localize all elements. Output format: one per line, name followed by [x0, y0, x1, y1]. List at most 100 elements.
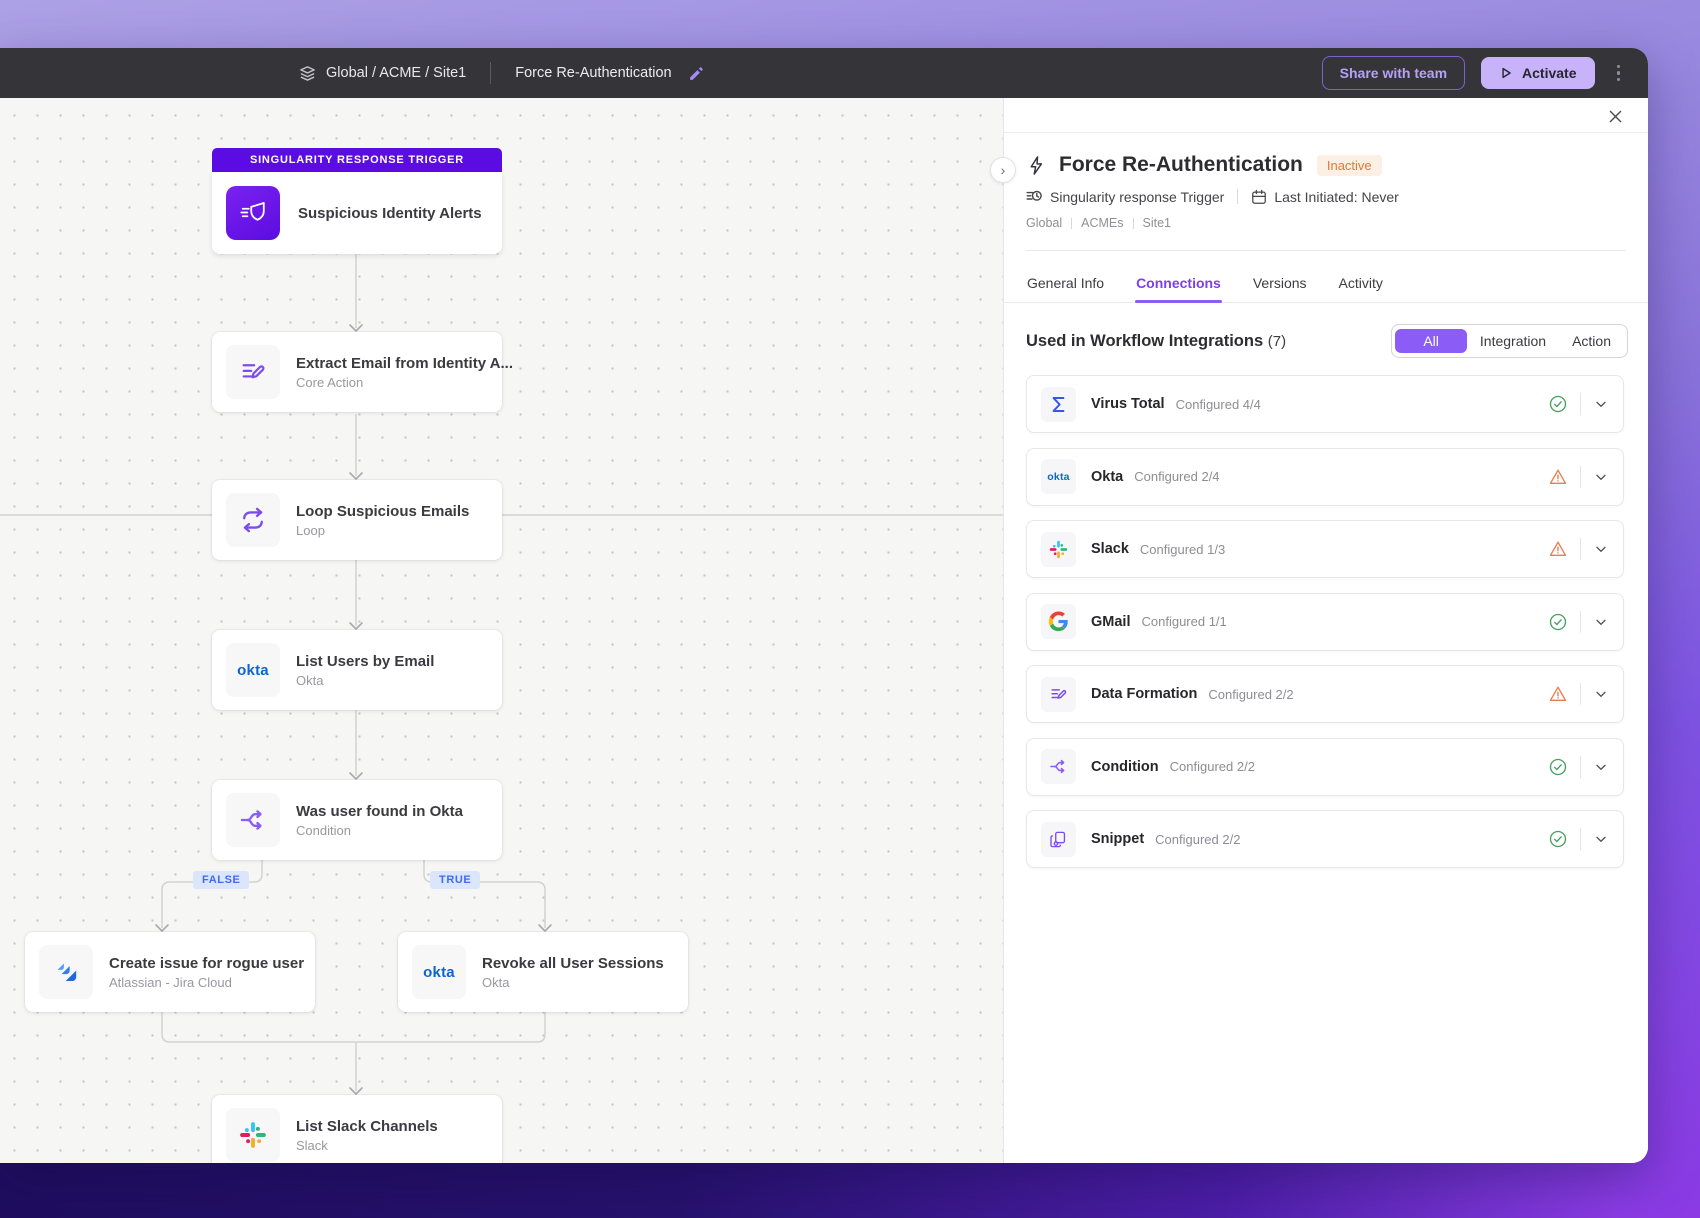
trigger-node[interactable]: SINGULARITY RESPONSE TRIGGER Suspicious …: [212, 148, 502, 254]
okta-icon: okta: [412, 945, 466, 999]
node-subtitle: Atlassian - Jira Cloud: [109, 975, 304, 990]
integration-row-slack[interactable]: Slack Configured 1/3: [1026, 520, 1624, 578]
status-ok-icon: [1548, 612, 1568, 632]
integration-row-okta[interactable]: okta Okta Configured 2/4: [1026, 448, 1624, 506]
workflow-bolt-icon: [1026, 155, 1047, 176]
snippet-icon: [1041, 822, 1076, 857]
integrations-section-title: Used in Workflow Integrations (7): [1026, 332, 1286, 351]
node-condition[interactable]: Was user found in Okta Condition: [212, 780, 502, 860]
jira-icon: [39, 945, 93, 999]
panel-tabs: General Info Connections Versions Activi…: [1004, 267, 1648, 303]
trigger-title: Suspicious Identity Alerts: [298, 205, 482, 222]
tab-activity[interactable]: Activity: [1338, 267, 1384, 302]
virustotal-icon: [1041, 387, 1076, 422]
integration-row-data-formation[interactable]: Data Formation Configured 2/2: [1026, 665, 1624, 723]
integration-row-snippet[interactable]: Snippet Configured 2/2: [1026, 810, 1624, 868]
share-with-team-button[interactable]: Share with team: [1322, 56, 1465, 90]
status-ok-icon: [1548, 394, 1568, 414]
node-title: Extract Email from Identity A...: [296, 355, 513, 372]
core-action-doc-pencil-icon: [226, 345, 280, 399]
node-create-issue[interactable]: Create issue for rogue user Atlassian - …: [25, 932, 315, 1012]
edit-pencil-icon[interactable]: [688, 65, 705, 82]
scope-selector[interactable]: Global / ACME / Site1: [298, 64, 466, 83]
activate-button[interactable]: Activate: [1481, 57, 1594, 89]
node-extract-email[interactable]: Extract Email from Identity A... Core Ac…: [212, 332, 502, 412]
close-icon[interactable]: [1604, 105, 1626, 127]
more-options-kebab-icon[interactable]: [1611, 61, 1627, 86]
integration-list: Virus Total Configured 4/4: [1026, 375, 1626, 868]
panel-title: Force Re-Authentication: [1059, 153, 1303, 177]
node-revoke-sessions[interactable]: okta Revoke all User Sessions Okta: [398, 932, 688, 1012]
integration-row-virus-total[interactable]: Virus Total Configured 4/4: [1026, 375, 1624, 433]
chevron-down-icon[interactable]: [1593, 614, 1609, 630]
panel-header-bar: [1004, 98, 1648, 133]
condition-branch-icon: [1041, 749, 1076, 784]
trigger-type-icon: [1026, 188, 1043, 205]
status-warning-icon: [1548, 539, 1568, 559]
tab-versions[interactable]: Versions: [1252, 267, 1308, 302]
filter-all[interactable]: All: [1395, 329, 1467, 353]
last-initiated: Last Initiated: Never: [1251, 189, 1399, 205]
okta-icon: okta: [226, 643, 280, 697]
layers-icon: [298, 64, 317, 83]
topbar: Global / ACME / Site1 Force Re-Authentic…: [0, 48, 1648, 98]
node-title: Revoke all User Sessions: [482, 955, 664, 972]
identity-alert-shield-icon: [226, 186, 280, 240]
node-title: Create issue for rogue user: [109, 955, 304, 972]
status-ok-icon: [1548, 829, 1568, 849]
chevron-down-icon[interactable]: [1593, 686, 1609, 702]
status-ok-icon: [1548, 757, 1568, 777]
filter-action[interactable]: Action: [1559, 329, 1624, 353]
branch-true-label: TRUE: [430, 871, 480, 889]
integration-row-condition[interactable]: Condition Configured 2/2: [1026, 738, 1624, 796]
loop-icon: [226, 493, 280, 547]
workflow-canvas[interactable]: SINGULARITY RESPONSE TRIGGER Suspicious …: [0, 98, 1003, 1163]
node-list-slack-channels[interactable]: List Slack Channels Slack: [212, 1095, 502, 1163]
branch-false-label: FALSE: [193, 871, 249, 889]
tab-general-info[interactable]: General Info: [1026, 267, 1105, 302]
slack-icon: [226, 1108, 280, 1162]
node-subtitle: Okta: [296, 673, 434, 688]
node-title: List Slack Channels: [296, 1118, 438, 1135]
trigger-type: Singularity response Trigger: [1026, 188, 1224, 205]
integration-filter: All Integration Action: [1391, 324, 1628, 358]
node-subtitle: Condition: [296, 823, 463, 838]
node-subtitle: Loop: [296, 523, 469, 538]
node-list-users[interactable]: okta List Users by Email Okta: [212, 630, 502, 710]
app-window: Global / ACME / Site1 Force Re-Authentic…: [0, 48, 1648, 1163]
status-badge: Inactive: [1317, 155, 1382, 176]
chevron-down-icon[interactable]: [1593, 469, 1609, 485]
node-title: Was user found in Okta: [296, 803, 463, 820]
play-icon: [1499, 66, 1513, 80]
node-subtitle: Core Action: [296, 375, 513, 390]
okta-icon: okta: [1041, 459, 1076, 494]
node-subtitle: Slack: [296, 1138, 438, 1153]
chevron-down-icon[interactable]: [1593, 831, 1609, 847]
panel-breadcrumb: Global ACMEs Site1: [1026, 216, 1626, 230]
calendar-icon: [1251, 189, 1267, 205]
chevron-down-icon[interactable]: [1593, 396, 1609, 412]
chevron-down-icon[interactable]: [1593, 759, 1609, 775]
status-warning-icon: [1548, 684, 1568, 704]
integration-row-gmail[interactable]: GMail Configured 1/1: [1026, 593, 1624, 651]
condition-branch-icon: [226, 793, 280, 847]
meta-separator: [1237, 189, 1238, 204]
integrations-count: (7): [1268, 333, 1286, 350]
panel-collapse-chevron[interactable]: ›: [990, 157, 1016, 183]
chevron-down-icon[interactable]: [1593, 541, 1609, 557]
node-subtitle: Okta: [482, 975, 664, 990]
panel-divider: [1026, 250, 1626, 251]
trigger-header: SINGULARITY RESPONSE TRIGGER: [212, 148, 502, 172]
slack-icon: [1041, 532, 1076, 567]
filter-integration[interactable]: Integration: [1467, 329, 1559, 353]
node-title: Loop Suspicious Emails: [296, 503, 469, 520]
topbar-divider: [490, 62, 491, 84]
google-icon: [1041, 604, 1076, 639]
details-panel: Force Re-Authentication Inactive Singula…: [1003, 98, 1648, 1163]
node-loop[interactable]: Loop Suspicious Emails Loop: [212, 480, 502, 560]
breadcrumb: Global / ACME / Site1 Force Re-Authentic…: [298, 62, 705, 84]
node-title: List Users by Email: [296, 653, 434, 670]
data-formation-icon: [1041, 677, 1076, 712]
scope-label: Global / ACME / Site1: [326, 65, 466, 81]
tab-connections[interactable]: Connections: [1135, 267, 1222, 302]
